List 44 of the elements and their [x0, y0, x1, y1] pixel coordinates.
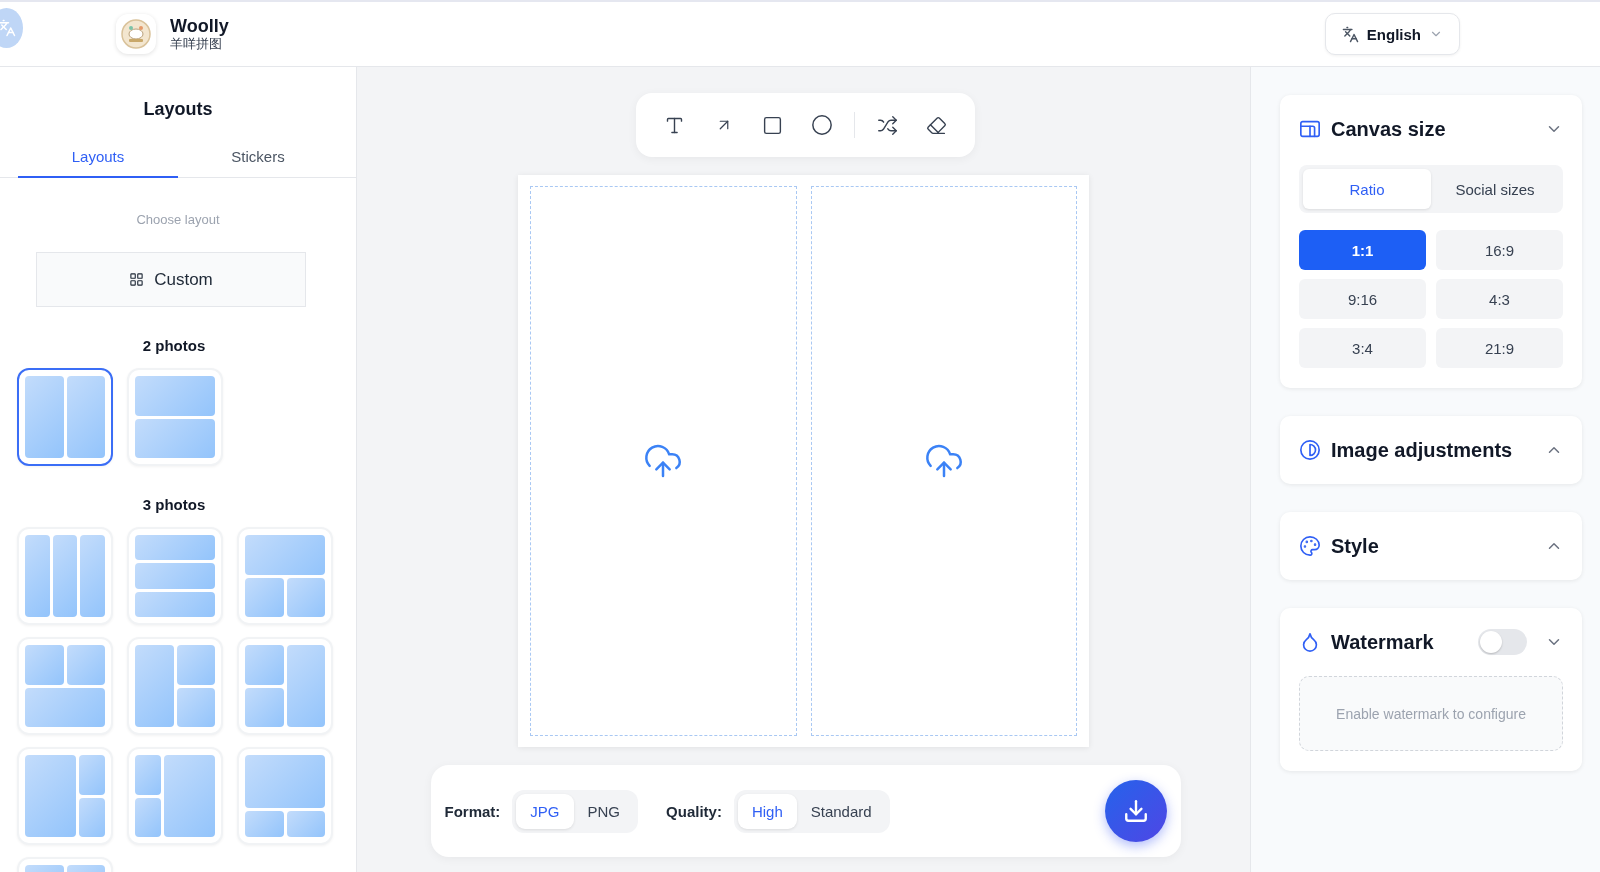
choose-layout-hint: Choose layout [136, 212, 220, 227]
ratio-option[interactable]: 9:16 [1299, 279, 1426, 319]
group-title: 3 photos [142, 496, 207, 513]
circle-icon [810, 114, 833, 136]
grid-icon [129, 272, 145, 287]
format-option[interactable]: JPG [516, 793, 574, 829]
format-option[interactable]: PNG [573, 793, 635, 829]
panel-tab[interactable]: Layouts [18, 138, 178, 178]
app-subtitle: 羊咩拼图 [170, 36, 223, 52]
ratio-option[interactable]: 16:9 [1436, 230, 1563, 270]
panel-title: Layouts [143, 99, 213, 120]
quality-option[interactable]: Standard [796, 793, 886, 829]
quality-label: Quality: [666, 802, 722, 820]
quality-option[interactable]: High [737, 793, 797, 829]
square-icon [762, 114, 783, 136]
app-name: Woolly [170, 16, 229, 36]
size-tab[interactable]: Social sizes [1431, 169, 1559, 209]
download-button[interactable] [1104, 780, 1167, 842]
watermark-toggle[interactable] [1478, 629, 1527, 655]
section-title: Canvas size [1331, 117, 1446, 141]
translate-icon [1341, 25, 1359, 43]
download-icon [1122, 798, 1149, 824]
eraser-icon [926, 114, 947, 136]
photo-slot[interactable] [810, 186, 1077, 736]
photo-slot[interactable] [530, 186, 797, 736]
section-title: Watermark [1331, 630, 1434, 654]
custom-layout-button[interactable]: Custom [36, 252, 306, 307]
ratio-option[interactable]: 1:1 [1299, 230, 1426, 270]
format-label: Format: [444, 802, 501, 820]
ratio-option[interactable]: 4:3 [1436, 279, 1563, 319]
section-title: Image adjustments [1331, 438, 1513, 462]
group-title: 2 photos [142, 337, 207, 354]
language-button[interactable]: English [1324, 13, 1460, 55]
contrast-icon [1299, 439, 1321, 461]
section-title: Style [1331, 534, 1379, 558]
layout-option[interactable] [17, 368, 113, 466]
ratio-option[interactable]: 3:4 [1299, 328, 1426, 368]
frame-icon [1299, 118, 1321, 140]
panel-tab[interactable]: Stickers [178, 138, 338, 178]
size-tab[interactable]: Ratio [1303, 169, 1431, 209]
ratio-option[interactable]: 21:9 [1436, 328, 1563, 368]
watermark-hint: Enable watermark to configure [1299, 676, 1563, 751]
palette-icon [1299, 535, 1321, 557]
shuffle-icon [877, 114, 898, 136]
